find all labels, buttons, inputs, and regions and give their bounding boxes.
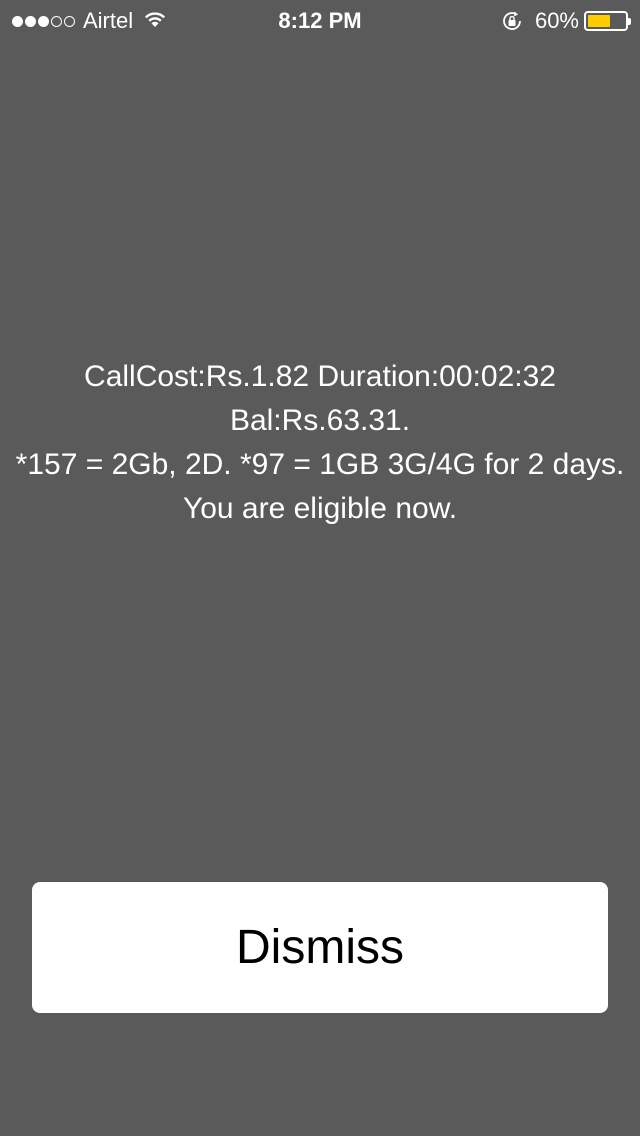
battery-percentage: 60% (534, 8, 579, 33)
offer-line: *157 = 2Gb, 2D. *97 = 1GB 3G/4G for 2 da… (15, 448, 625, 525)
orientation-lock-icon (501, 10, 523, 32)
call-info-message: CallCost:Rs.1.82 Duration:00:02:32 Bal:R… (10, 355, 630, 531)
call-cost-line: CallCost:Rs.1.82 Duration:00:02:32 (84, 360, 556, 393)
battery-icon (584, 11, 631, 31)
balance-line: Bal:Rs.63.31. (229, 404, 411, 437)
dismiss-button[interactable]: Dismiss (32, 882, 608, 1013)
status-bar-right: 60% (501, 8, 631, 34)
status-bar: Airtel 8:12 PM 60% (0, 0, 640, 40)
battery-level-fill (588, 15, 610, 27)
